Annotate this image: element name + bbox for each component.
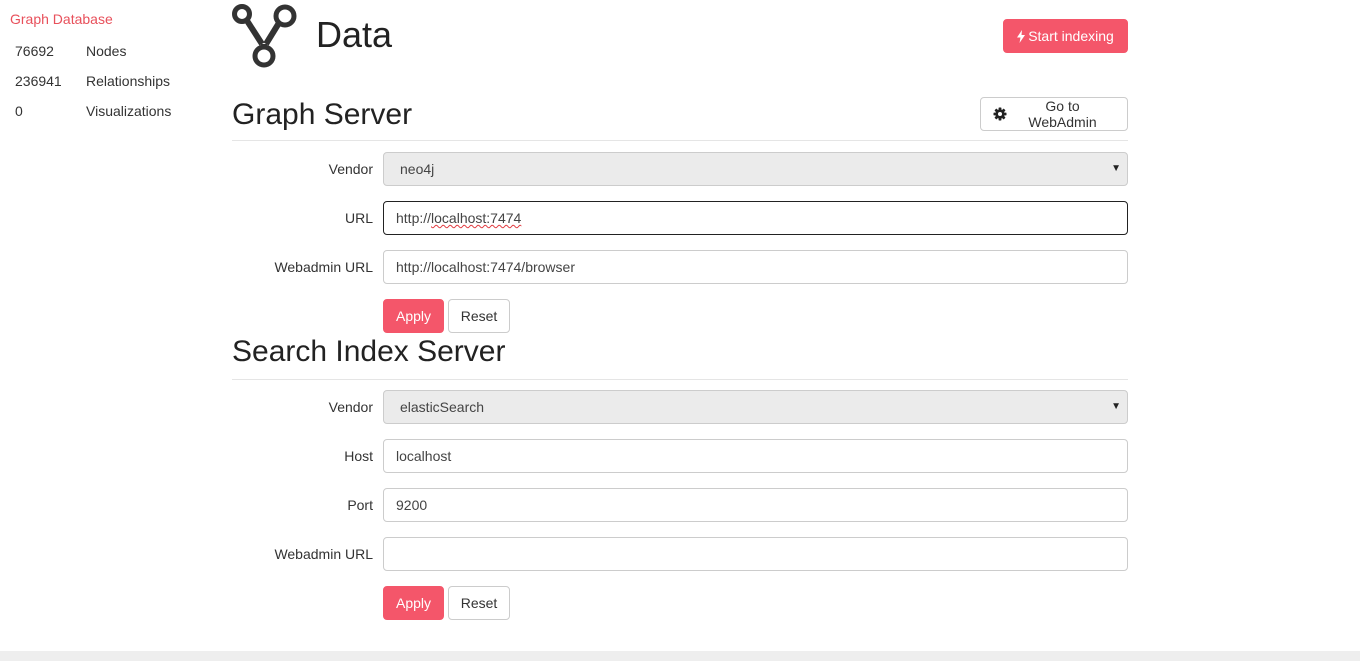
stat-row-nodes: 76692 Nodes xyxy=(10,36,210,66)
vendor-select-value: neo4j xyxy=(400,161,435,177)
go-to-webadmin-button[interactable]: Go to WebAdmin xyxy=(980,97,1128,131)
host-input[interactable]: localhost xyxy=(383,439,1128,473)
host-label: Host xyxy=(344,448,373,464)
vendor-label: Vendor xyxy=(328,399,373,415)
section-title: Search Index Server xyxy=(232,335,506,368)
vendor-select[interactable]: elasticSearch ▼ xyxy=(383,390,1128,424)
page-title: Data xyxy=(316,14,393,55)
host-value: localhost xyxy=(396,448,452,464)
stats-list: 76692 Nodes 236941 Relationships 0 Visua… xyxy=(10,36,210,126)
host-row: Host localhost xyxy=(232,439,1128,473)
vendor-row: Vendor elasticSearch ▼ xyxy=(232,390,1128,424)
footer-bar xyxy=(0,651,1360,661)
search-index-actions: Apply Reset xyxy=(232,586,1128,620)
port-row: Port 9200 xyxy=(232,488,1128,522)
section-title: Graph Server xyxy=(232,98,413,131)
webadmin-url-input[interactable] xyxy=(383,537,1128,571)
webadmin-url-row: Webadmin URL http://localhost:7474/brows… xyxy=(232,250,1128,284)
url-row: URL http://localhost:7474 xyxy=(232,201,1128,235)
webadmin-url-input[interactable]: http://localhost:7474/browser xyxy=(383,250,1128,284)
caret-down-icon: ▼ xyxy=(1111,163,1121,174)
vendor-label: Vendor xyxy=(328,161,373,177)
graph-nodes-icon xyxy=(232,4,297,68)
reset-button[interactable]: Reset xyxy=(448,586,510,620)
start-indexing-label: Start indexing xyxy=(1028,28,1114,44)
url-input[interactable]: http://localhost:7474 xyxy=(383,201,1128,235)
webadmin-url-value: http://localhost:7474/browser xyxy=(396,259,575,275)
url-input-misspelled: localhost:7474 xyxy=(431,210,522,226)
start-indexing-button[interactable]: Start indexing xyxy=(1003,19,1128,53)
section-header: Search Index Server xyxy=(232,318,1128,380)
stat-label: Visualizations xyxy=(86,103,172,119)
vendor-row: Vendor neo4j ▼ xyxy=(232,152,1128,186)
gear-icon xyxy=(993,107,1007,121)
port-input[interactable]: 9200 xyxy=(383,488,1128,522)
stat-value: 0 xyxy=(15,103,23,119)
apply-button[interactable]: Apply xyxy=(383,586,444,620)
webadmin-url-label: Webadmin URL xyxy=(274,259,373,275)
stat-row-visualizations: 0 Visualizations xyxy=(10,96,210,126)
vendor-select-value: elasticSearch xyxy=(400,399,485,415)
webadmin-url-label: Webadmin URL xyxy=(274,546,373,562)
url-input-prefix: http:// xyxy=(396,210,432,226)
stat-label: Nodes xyxy=(86,43,127,59)
stat-row-relationships: 236941 Relationships xyxy=(10,66,210,96)
stat-value: 76692 xyxy=(15,43,54,59)
sidebar: Graph Database 76692 Nodes 236941 Relati… xyxy=(10,11,210,126)
graph-server-section: Graph Server Go to WebAdmin Vendor neo4j… xyxy=(232,75,1128,333)
sidebar-title[interactable]: Graph Database xyxy=(10,11,210,27)
go-to-webadmin-label: Go to WebAdmin xyxy=(1028,98,1097,130)
lightning-bolt-icon xyxy=(1017,29,1026,43)
stat-value: 236941 xyxy=(15,73,62,89)
caret-down-icon: ▼ xyxy=(1111,401,1121,412)
vendor-select[interactable]: neo4j ▼ xyxy=(383,152,1128,186)
port-label: Port xyxy=(347,497,373,513)
page-header: Data Start indexing xyxy=(232,0,1128,75)
url-label: URL xyxy=(344,210,373,226)
section-header: Graph Server Go to WebAdmin xyxy=(232,75,1128,141)
main-content: Data Start indexing Graph Server Go to W… xyxy=(232,0,1128,620)
stat-label: Relationships xyxy=(86,73,171,89)
webadmin-url-row: Webadmin URL xyxy=(232,537,1128,571)
search-index-server-section: Search Index Server Vendor elasticSearch… xyxy=(232,318,1128,620)
port-value: 9200 xyxy=(396,497,428,513)
